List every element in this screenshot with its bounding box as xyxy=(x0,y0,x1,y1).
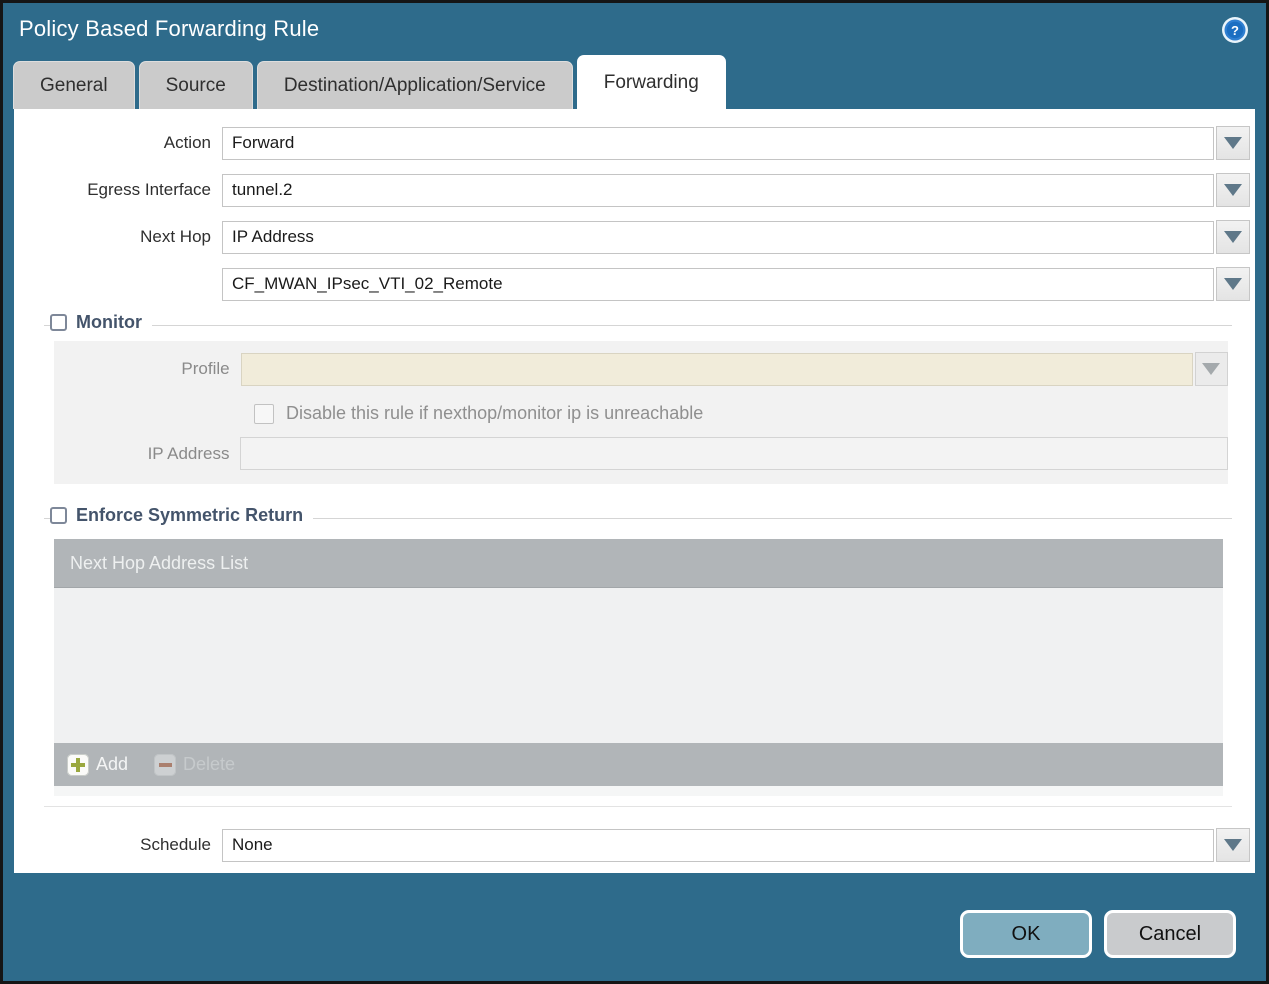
add-button[interactable]: Add xyxy=(67,753,129,776)
cancel-button[interactable]: Cancel xyxy=(1104,910,1236,958)
plus-icon xyxy=(67,753,89,776)
profile-dropdown-button xyxy=(1194,352,1228,386)
action-label: Action xyxy=(163,133,211,152)
schedule-input[interactable] xyxy=(222,828,1214,862)
chevron-down-icon xyxy=(1224,839,1242,851)
schedule-label: Schedule xyxy=(140,835,211,854)
help-icon[interactable]: ? xyxy=(1221,16,1249,44)
action-input[interactable] xyxy=(222,126,1214,160)
forwarding-tab-panel: Action Egress Interface Next Hop Monitor xyxy=(14,109,1255,873)
next-hop-type-input[interactable] xyxy=(222,220,1214,254)
chevron-down-icon xyxy=(1224,231,1242,243)
profile-label: Profile xyxy=(181,359,230,378)
monitor-legend: Monitor xyxy=(76,312,142,332)
enforce-symmetric-return-fieldset: Enforce Symmetric Return Next Hop Addres… xyxy=(44,505,1232,807)
tab-forwarding[interactable]: Forwarding xyxy=(576,55,726,109)
schedule-dropdown-button[interactable] xyxy=(1216,828,1250,862)
chevron-down-icon xyxy=(1202,363,1221,375)
enforce-symmetric-return-checkbox[interactable] xyxy=(50,507,67,524)
chevron-down-icon xyxy=(1224,137,1242,149)
chevron-down-icon xyxy=(1224,184,1242,196)
action-dropdown-button[interactable] xyxy=(1216,126,1250,160)
next-hop-address-dropdown-button[interactable] xyxy=(1216,267,1250,301)
ok-button[interactable]: OK xyxy=(960,910,1092,958)
monitor-panel: Profile Disable this rule if nexthop/mon… xyxy=(54,341,1228,484)
next-hop-address-list-toolbar: Add Delete xyxy=(54,743,1223,786)
monitor-ip-input xyxy=(240,437,1228,470)
next-hop-address-input[interactable] xyxy=(222,267,1214,301)
next-hop-row: Next Hop xyxy=(14,220,1255,254)
egress-interface-dropdown-button[interactable] xyxy=(1216,173,1250,207)
next-hop-address-list-table: Next Hop Address List Add Delete xyxy=(54,539,1223,796)
schedule-row: Schedule xyxy=(14,828,1255,862)
egress-interface-label: Egress Interface xyxy=(87,180,211,199)
enforce-symmetric-return-legend: Enforce Symmetric Return xyxy=(76,505,304,525)
minus-icon xyxy=(154,753,177,776)
dialog-titlebar: Policy Based Forwarding Rule ? xyxy=(3,3,1266,55)
egress-interface-input[interactable] xyxy=(222,173,1214,207)
action-row: Action xyxy=(14,126,1255,160)
delete-button-label: Delete xyxy=(183,754,236,774)
dialog-title: Policy Based Forwarding Rule xyxy=(19,16,320,41)
tab-source[interactable]: Source xyxy=(138,61,253,109)
profile-input xyxy=(240,352,1193,386)
svg-text:?: ? xyxy=(1231,23,1239,38)
add-button-label: Add xyxy=(96,754,129,774)
disable-rule-checkbox xyxy=(254,403,274,424)
monitor-toggle[interactable]: Monitor xyxy=(50,312,152,333)
next-hop-address-list-header: Next Hop Address List xyxy=(54,539,1223,588)
delete-button: Delete xyxy=(154,753,236,776)
monitor-ip-label: IP Address xyxy=(147,443,230,463)
disable-rule-label: Disable this rule if nexthop/monitor ip … xyxy=(286,403,704,423)
monitor-fieldset: Monitor Profile Disable this rule if nex… xyxy=(44,312,1232,484)
next-hop-label: Next Hop xyxy=(140,227,211,246)
dialog-footer: OK Cancel xyxy=(960,910,1236,958)
table-bottom-strip xyxy=(54,786,1223,796)
next-hop-dropdown-button[interactable] xyxy=(1216,220,1250,254)
monitor-ip-row: IP Address xyxy=(54,437,1228,470)
disable-rule-row: Disable this rule if nexthop/monitor ip … xyxy=(254,399,1228,424)
pbf-rule-dialog: Policy Based Forwarding Rule ? General S… xyxy=(0,0,1269,984)
profile-row: Profile xyxy=(54,352,1228,386)
next-hop-address-row xyxy=(14,267,1255,301)
egress-interface-row: Egress Interface xyxy=(14,173,1255,207)
tab-bar: General Source Destination/Application/S… xyxy=(3,55,1266,109)
chevron-down-icon xyxy=(1224,278,1242,290)
tab-general[interactable]: General xyxy=(13,61,135,109)
tab-destination-application-service[interactable]: Destination/Application/Service xyxy=(256,61,573,109)
monitor-checkbox[interactable] xyxy=(50,314,67,331)
enforce-symmetric-return-toggle[interactable]: Enforce Symmetric Return xyxy=(50,505,314,526)
next-hop-address-list-body xyxy=(54,588,1223,743)
